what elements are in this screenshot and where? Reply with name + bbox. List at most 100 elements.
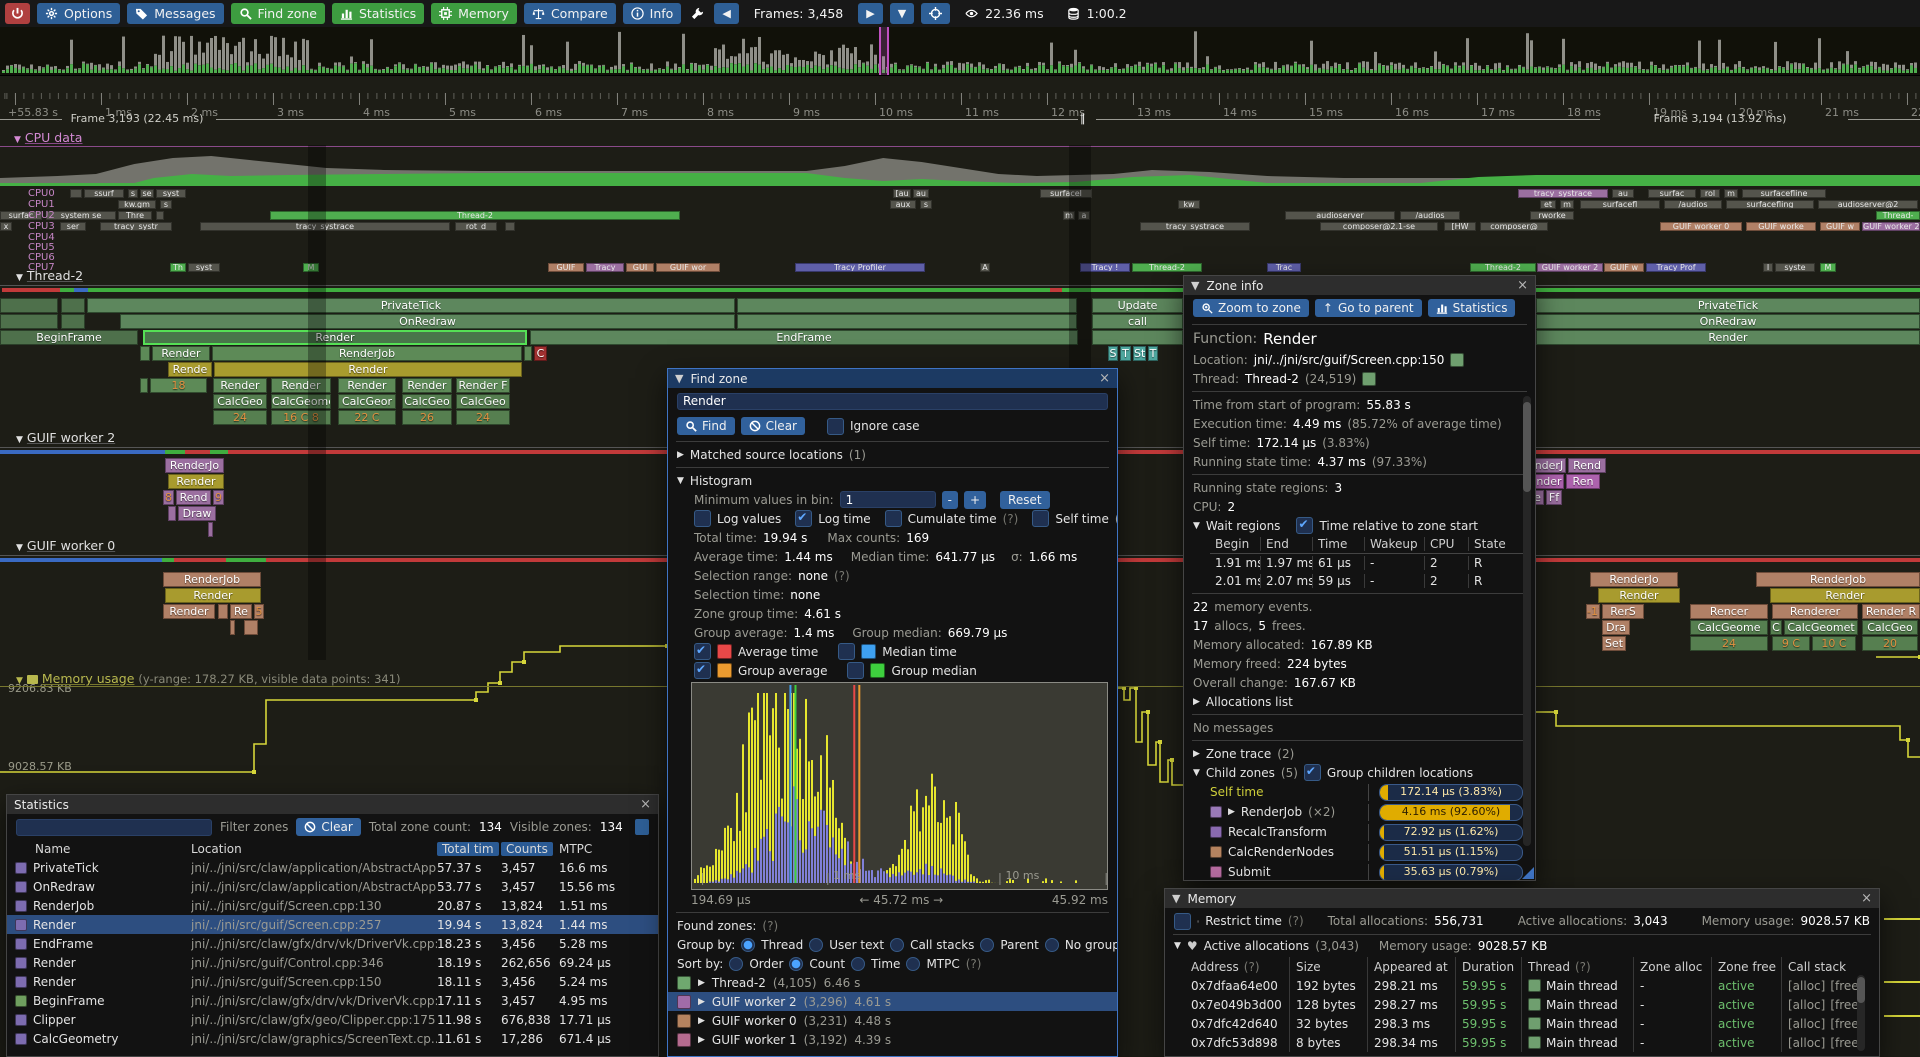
statistics-button[interactable]: Statistics xyxy=(1428,299,1516,317)
timeline-zone[interactable]: CalcGeomet xyxy=(1784,620,1858,635)
cpu-zone[interactable]: syste xyxy=(1775,263,1815,272)
cpu-zone[interactable]: /audios xyxy=(1664,200,1722,209)
timeline-zone[interactable]: Render xyxy=(168,474,224,489)
cpu-zone[interactable]: m xyxy=(1560,200,1574,209)
cpu-zone[interactable] xyxy=(156,211,164,220)
collapse-icon[interactable]: ▼ xyxy=(16,273,23,283)
cpu-zone[interactable]: GUIF worker 2 xyxy=(1537,263,1603,272)
cpu-zone[interactable]: au xyxy=(1612,189,1634,198)
legend-checkbox[interactable] xyxy=(838,643,855,660)
timeline-zone[interactable]: EndFrame xyxy=(530,330,1078,345)
timeline-zone[interactable]: St xyxy=(1133,346,1146,361)
cpu-zone[interactable]: composer@ xyxy=(1480,222,1548,231)
zoom-to-zone-button[interactable]: Zoom to zone xyxy=(1193,299,1309,317)
group-by-option[interactable]: Call stacks xyxy=(910,938,974,952)
table-row[interactable]: BeginFramejni/../jni/src/claw/gfx/drv/vk… xyxy=(7,991,658,1010)
min-bin-increase-button[interactable]: + xyxy=(964,491,986,509)
sort-by-radio[interactable] xyxy=(729,957,743,971)
timeline-zone[interactable]: BeginFrame xyxy=(0,330,138,345)
options-button[interactable]: Options xyxy=(37,3,120,24)
sort-by-option[interactable]: Time xyxy=(871,957,900,971)
timeline-zone[interactable]: Render xyxy=(402,378,452,393)
allocation-row[interactable]: 0x7dfc42d64032 bytes298.3 ms59.95 sMain … xyxy=(1165,1014,1879,1033)
found-zone-group[interactable]: ▶GUIF worker 0(3,231)4.48 s xyxy=(668,1011,1117,1030)
cpu-zone[interactable]: A xyxy=(980,263,990,272)
timeline-zone[interactable]: 26 xyxy=(402,410,452,425)
cpu-zone[interactable]: audioserver xyxy=(1285,211,1395,220)
cpu-zone[interactable]: s xyxy=(128,189,138,198)
min-bin-decrease-button[interactable]: - xyxy=(942,491,958,509)
found-zone-group[interactable]: ▶Thread-2(4,105)6.46 s xyxy=(668,973,1117,992)
location-value[interactable]: jni/../jni/src/guif/Screen.cpp:150 xyxy=(1254,353,1445,367)
zone-name[interactable]: EndFrame xyxy=(33,937,93,951)
sort-by-radio[interactable] xyxy=(851,957,865,971)
group-by-radio[interactable] xyxy=(741,938,755,952)
timeline-zone[interactable]: PrivateTick xyxy=(87,298,735,313)
cpu-zone[interactable]: GUI xyxy=(626,263,654,272)
go-to-parent-button[interactable]: ↑Go to parent xyxy=(1315,299,1422,317)
section-header-guif-worker-2[interactable]: ▼ GUIF worker 2 xyxy=(16,430,115,446)
expand-icon[interactable]: ▶ xyxy=(677,450,684,460)
group-by-option[interactable]: User text xyxy=(829,938,884,952)
cumulate-time-checkbox[interactable] xyxy=(885,510,902,527)
timeline-zone[interactable]: 9 C xyxy=(1772,636,1810,651)
zone-name[interactable]: Clipper xyxy=(33,1013,76,1027)
expand-icon[interactable]: ▶ xyxy=(1193,749,1200,759)
cpu-zone[interactable]: Trac xyxy=(1267,263,1301,272)
column-name[interactable]: Name xyxy=(15,842,191,856)
child-zone-row[interactable]: Submit35.63 µs (0.79%) xyxy=(1184,862,1535,881)
cpu-zone[interactable]: [HW xyxy=(1444,222,1476,231)
zone-name[interactable]: Render xyxy=(33,918,76,932)
group-by-option[interactable]: Parent xyxy=(1000,938,1038,952)
memory-table-header[interactable]: Address(?) Size Appeared at Duration Thr… xyxy=(1165,957,1879,976)
cpu-zone[interactable]: GUIF worke xyxy=(1746,222,1816,231)
timeline-zone[interactable]: Render xyxy=(1598,588,1680,603)
column-mtpc[interactable]: MTPC xyxy=(559,842,658,856)
cpu-zone[interactable]: tracy_systr xyxy=(100,222,172,231)
timeline-zone[interactable]: CalcGeome xyxy=(1690,620,1768,635)
timeline-zone[interactable]: RenderJo xyxy=(165,458,224,473)
zone-info-scrollbar[interactable] xyxy=(1523,396,1531,846)
collapse-icon[interactable]: ▼ xyxy=(1172,893,1180,904)
timeline-zone[interactable]: RenderJo xyxy=(1590,572,1678,587)
self-time-checkbox[interactable] xyxy=(1032,510,1049,527)
timeline-zone[interactable]: 24 xyxy=(456,410,510,425)
cpu-zone[interactable]: tracy_systrace xyxy=(1140,222,1250,231)
timeline-zone[interactable]: 22 C xyxy=(338,410,396,425)
goto-frame-button[interactable]: ▼ xyxy=(890,3,914,24)
timeline-zone[interactable]: 24 xyxy=(213,410,267,425)
table-row[interactable]: Renderjni/../jni/src/guif/Screen.cpp:150… xyxy=(7,972,658,991)
timeline-zone[interactable]: Render F xyxy=(456,378,510,393)
collapse-icon[interactable]: ▼ xyxy=(1174,941,1181,951)
timeline-zone[interactable]: Render xyxy=(213,378,267,393)
timeline-zone[interactable]: Re xyxy=(230,604,252,619)
cpu-zone[interactable]: au xyxy=(913,189,929,198)
child-zone-name[interactable]: CalcRenderNodes xyxy=(1228,845,1334,859)
section-header-cpu-data[interactable]: ▼ CPU data xyxy=(14,130,82,146)
table-row[interactable]: PrivateTickjni/../jni/src/claw/applicati… xyxy=(7,858,658,877)
compare-button[interactable]: Compare xyxy=(524,3,616,24)
alloc-address[interactable]: 0x7dfaa64e00 xyxy=(1185,976,1289,995)
timeline-zone[interactable]: Dra xyxy=(1602,620,1630,635)
cpu-zone[interactable] xyxy=(505,222,515,231)
cpu-zone[interactable]: x xyxy=(0,222,12,231)
cpu-zone[interactable]: surfacefling xyxy=(1726,200,1814,209)
table-row[interactable]: CalcGeometryjni/../jni/src/claw/graphics… xyxy=(7,1029,658,1048)
timeline-zone[interactable] xyxy=(218,604,228,619)
timeline-zone[interactable]: Render xyxy=(152,346,210,361)
cpu-zone[interactable]: Tracy xyxy=(586,263,624,272)
group-by-radio[interactable] xyxy=(980,938,994,952)
timeline-zone[interactable] xyxy=(230,620,235,635)
column-location[interactable]: Location xyxy=(191,842,437,856)
cpu-zone[interactable] xyxy=(70,189,82,198)
find-zone-button[interactable]: Find zone xyxy=(231,3,325,24)
group-by-radio[interactable] xyxy=(890,938,904,952)
timeline-zone[interactable] xyxy=(1092,330,1183,345)
cpu-zone[interactable]: s xyxy=(920,200,932,209)
cpu-zone[interactable]: /audios xyxy=(1400,211,1460,220)
collapse-icon[interactable]: ▼ xyxy=(1193,521,1200,531)
child-zone-name[interactable]: RecalcTransform xyxy=(1228,825,1327,839)
expand-icon[interactable]: ▶ xyxy=(698,1016,705,1026)
cpu-zone[interactable]: aux xyxy=(890,200,916,209)
sort-by-option[interactable]: Count xyxy=(809,957,845,971)
